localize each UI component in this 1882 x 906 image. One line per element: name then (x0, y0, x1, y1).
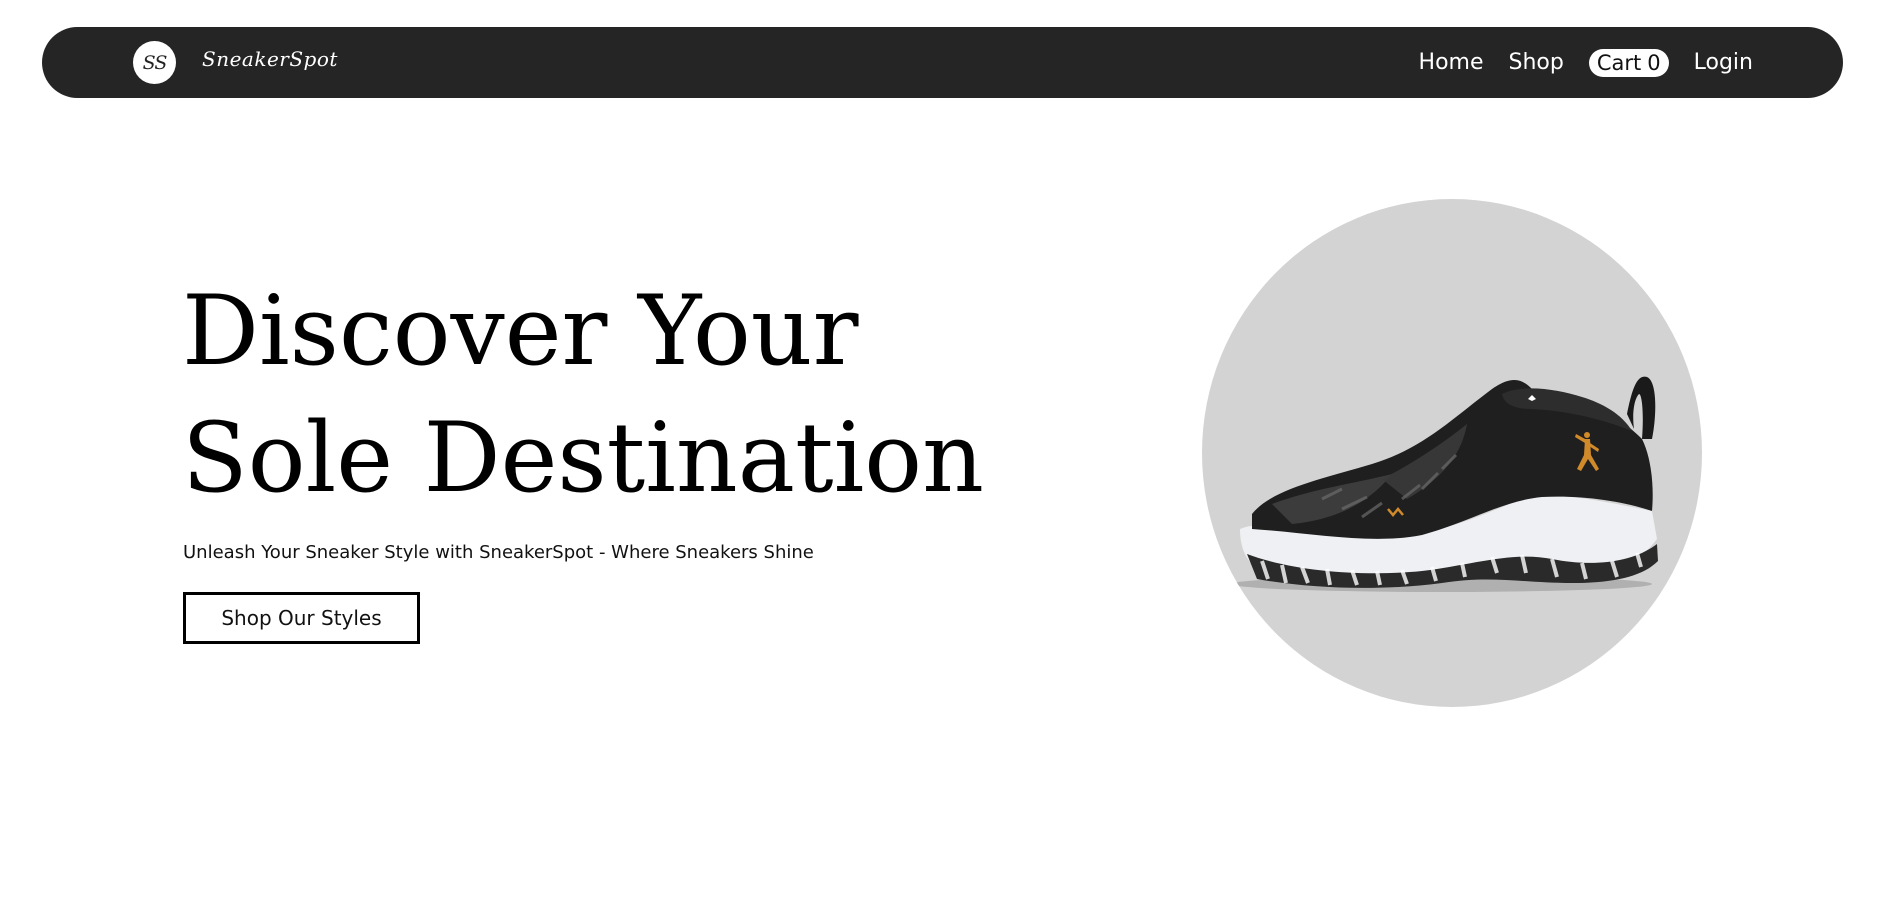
product-image-circle (1202, 199, 1702, 707)
page: SS SneakerSpot Home Shop Cart 0 Login Di… (0, 0, 1882, 906)
hero-title-line-2: Sole Destination (182, 402, 984, 514)
nav-home-link[interactable]: Home (1419, 50, 1484, 75)
nav-links: Home Shop Cart 0 Login (1394, 27, 1753, 98)
cart-count-badge: 0 (1647, 50, 1661, 75)
hero-subtitle: Unleash Your Sneaker Style with SneakerS… (183, 542, 814, 563)
navbar: SS SneakerSpot Home Shop Cart 0 Login (42, 27, 1843, 98)
nav-login-link[interactable]: Login (1694, 50, 1753, 75)
shop-our-styles-button[interactable]: Shop Our Styles (183, 592, 420, 644)
hero-title: Discover Your Sole Destination (182, 268, 984, 522)
logo[interactable]: SS (133, 41, 176, 84)
nav-shop-link[interactable]: Shop (1509, 50, 1564, 75)
cart-button[interactable]: Cart 0 (1588, 48, 1669, 77)
hero-title-line-1: Discover Your (182, 275, 859, 387)
logo-monogram: SS (142, 51, 168, 74)
sneaker-image (1232, 376, 1658, 592)
cart-label: Cart (1596, 50, 1642, 75)
brand-name[interactable]: SneakerSpot (202, 47, 338, 71)
